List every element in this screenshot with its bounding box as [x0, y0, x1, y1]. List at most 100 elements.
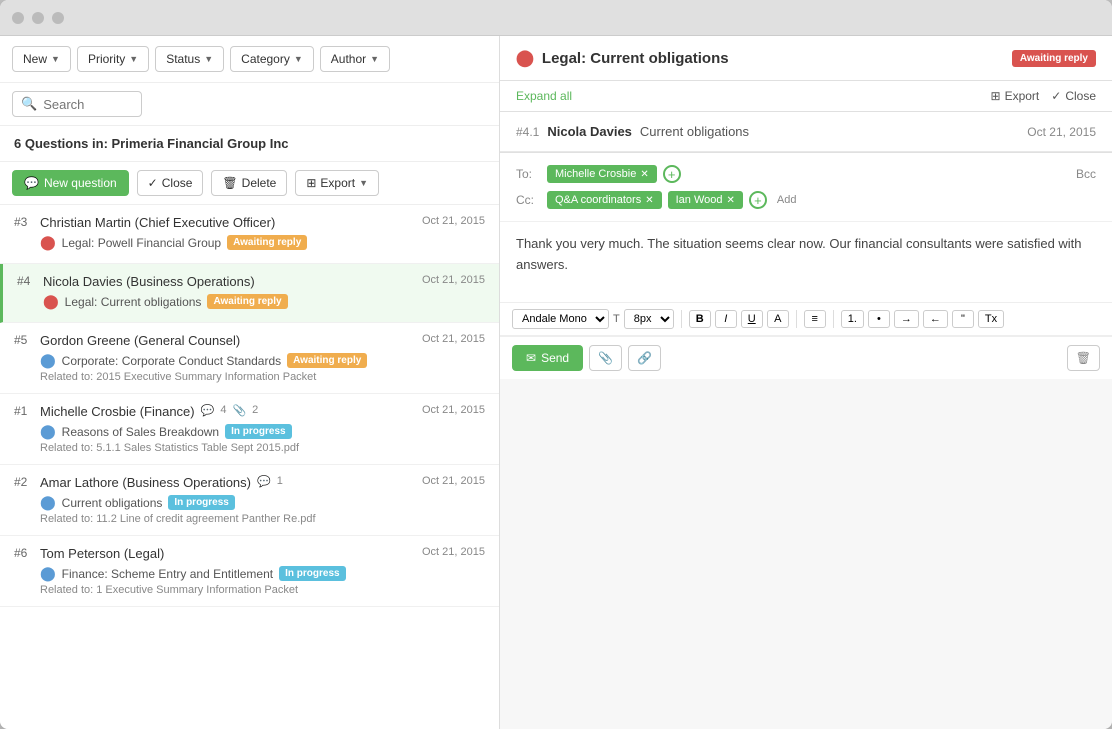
search-bar: 🔍: [0, 83, 499, 126]
attachment-icon: 📎: [232, 404, 246, 417]
link-icon: 🔗: [637, 351, 652, 365]
list-item[interactable]: #3 Christian Martin (Chief Executive Off…: [0, 205, 499, 264]
minimize-btn[interactable]: [32, 12, 44, 24]
underline-button[interactable]: U: [741, 310, 763, 328]
outdent-button[interactable]: ←: [923, 310, 948, 328]
search-input[interactable]: [43, 97, 123, 112]
new-caret-icon: ▼: [51, 54, 60, 64]
check-icon: ✓: [148, 176, 158, 190]
delete-draft-button[interactable]: 🗑: [1067, 345, 1100, 371]
ordered-list-button[interactable]: 1.: [841, 310, 864, 328]
table-icon: ⊞: [306, 176, 316, 190]
right-panel: ⬤ Legal: Current obligations Awaiting re…: [500, 36, 1112, 729]
font-size-label: T: [613, 313, 620, 325]
priority-medium-icon: ⬤: [40, 423, 56, 440]
close-window-btn[interactable]: [12, 12, 24, 24]
filter-toolbar: New ▼ Priority ▼ Status ▼ Category ▼ Aut…: [0, 36, 499, 83]
status-badge: In progress: [168, 495, 234, 510]
remove-recipient-icon[interactable]: ✕: [640, 169, 648, 180]
to-chip-michelle: Michelle Crosbie ✕: [547, 165, 657, 183]
author-caret-icon: ▼: [370, 54, 379, 64]
blockquote-button[interactable]: ": [952, 310, 974, 328]
trash-icon: 🗑: [222, 176, 237, 190]
question-top-row: #1 Michelle Crosbie (Finance) 💬 4 📎 2 Oc…: [14, 404, 485, 419]
email-body[interactable]: Thank you very much. The situation seems…: [500, 222, 1112, 302]
remove-cc-icon[interactable]: ✕: [645, 195, 653, 206]
priority-medium-icon: ⬤: [40, 352, 56, 369]
category-dropdown[interactable]: Category ▼: [230, 46, 314, 72]
list-item[interactable]: #6 Tom Peterson (Legal) Oct 21, 2015 ⬤ F…: [0, 536, 499, 607]
unordered-list-button[interactable]: •: [868, 310, 890, 328]
new-question-button[interactable]: 💬 New question: [12, 170, 129, 196]
status-caret-icon: ▼: [204, 54, 213, 64]
maximize-btn[interactable]: [52, 12, 64, 24]
add-recipient-button[interactable]: +: [663, 165, 681, 183]
close-link[interactable]: ✓ Close: [1051, 89, 1096, 103]
search-input-wrap[interactable]: 🔍: [12, 91, 142, 117]
category-caret-icon: ▼: [294, 54, 303, 64]
action-bar: 💬 New question ✓ Close 🗑 Delete ⊞ Export…: [0, 162, 499, 205]
content-area: New ▼ Priority ▼ Status ▼ Category ▼ Aut…: [0, 36, 1112, 729]
clear-format-button[interactable]: Tx: [978, 310, 1004, 328]
right-actions-bar: Expand all ⊞ Export ✓ Close: [500, 81, 1112, 112]
recipients-area: To: Michelle Crosbie ✕ + Bcc Cc:: [500, 153, 1112, 222]
list-item[interactable]: #4 Nicola Davies (Business Operations) O…: [0, 264, 499, 323]
send-button[interactable]: ✉ Send: [512, 345, 583, 371]
priority-medium-icon: ⬤: [40, 565, 56, 582]
cc-chip-ian: Ian Wood ✕: [668, 191, 743, 209]
paperclip-icon: 📎: [598, 351, 613, 365]
email-header: #4.1 Nicola Davies Current obligations O…: [500, 112, 1112, 152]
italic-button[interactable]: I: [715, 310, 737, 328]
email-container: #4.1 Nicola Davies Current obligations O…: [500, 112, 1112, 729]
align-button[interactable]: ≡: [804, 310, 826, 328]
left-panel: New ▼ Priority ▼ Status ▼ Category ▼ Aut…: [0, 36, 500, 729]
expand-all-link[interactable]: Expand all: [516, 89, 572, 103]
trash-draft-icon: 🗑: [1076, 351, 1091, 365]
remove-cc-ian-icon[interactable]: ✕: [727, 195, 735, 206]
close-button[interactable]: ✓ Close: [137, 170, 204, 196]
priority-high-icon: ⬤: [40, 234, 56, 251]
compose-area: To: Michelle Crosbie ✕ + Bcc Cc:: [500, 152, 1112, 379]
priority-caret-icon: ▼: [129, 54, 138, 64]
alert-icon: ⬤: [516, 48, 534, 68]
question-top-row: #3 Christian Martin (Chief Executive Off…: [14, 215, 485, 230]
bold-button[interactable]: B: [689, 310, 711, 328]
check-close-icon: ✓: [1051, 89, 1061, 103]
titlebar: [0, 0, 1112, 36]
export-button[interactable]: ⊞ Export ▼: [295, 170, 379, 196]
priority-dropdown[interactable]: Priority ▼: [77, 46, 149, 72]
list-item[interactable]: #5 Gordon Greene (General Counsel) Oct 2…: [0, 323, 499, 394]
indent-button[interactable]: →: [894, 310, 919, 328]
link-button[interactable]: 🔗: [628, 345, 661, 371]
status-dropdown[interactable]: Status ▼: [155, 46, 224, 72]
font-size-select[interactable]: 8px: [624, 309, 674, 329]
question-top-row: #5 Gordon Greene (General Counsel) Oct 2…: [14, 333, 485, 348]
delete-button[interactable]: 🗑 Delete: [211, 170, 287, 196]
priority-medium-icon: ⬤: [40, 494, 56, 511]
question-top-row: #4 Nicola Davies (Business Operations) O…: [17, 274, 485, 289]
attach-button[interactable]: 📎: [589, 345, 622, 371]
status-badge: Awaiting reply: [287, 353, 367, 368]
status-badge: In progress: [225, 424, 291, 439]
status-badge: In progress: [279, 566, 345, 581]
export-link[interactable]: ⊞ Export: [991, 89, 1040, 103]
questions-list: #3 Christian Martin (Chief Executive Off…: [0, 205, 499, 729]
font-color-button[interactable]: A: [767, 310, 789, 328]
list-item[interactable]: #1 Michelle Crosbie (Finance) 💬 4 📎 2 Oc…: [0, 394, 499, 465]
comment-icon: 💬: [201, 404, 215, 417]
new-dropdown[interactable]: New ▼: [12, 46, 71, 72]
author-dropdown[interactable]: Author ▼: [320, 46, 390, 72]
add-cc-button[interactable]: +: [749, 191, 767, 209]
question-top-row: #2 Amar Lathore (Business Operations) 💬 …: [14, 475, 485, 490]
send-icon: ✉: [526, 351, 536, 365]
bcc-link[interactable]: Bcc: [1076, 167, 1096, 181]
question-top-row: #6 Tom Peterson (Legal) Oct 21, 2015: [14, 546, 485, 561]
list-item[interactable]: #2 Amar Lathore (Business Operations) 💬 …: [0, 465, 499, 536]
section-header: 6 Questions in: Primeria Financial Group…: [0, 126, 499, 162]
right-panel-title: Legal: Current obligations: [542, 50, 729, 67]
font-family-select[interactable]: Andale Mono: [512, 309, 609, 329]
chat-icon: 💬: [24, 176, 39, 190]
export-caret-icon: ▼: [359, 178, 368, 188]
search-icon: 🔍: [21, 96, 37, 112]
table-export-icon: ⊞: [991, 89, 1001, 103]
